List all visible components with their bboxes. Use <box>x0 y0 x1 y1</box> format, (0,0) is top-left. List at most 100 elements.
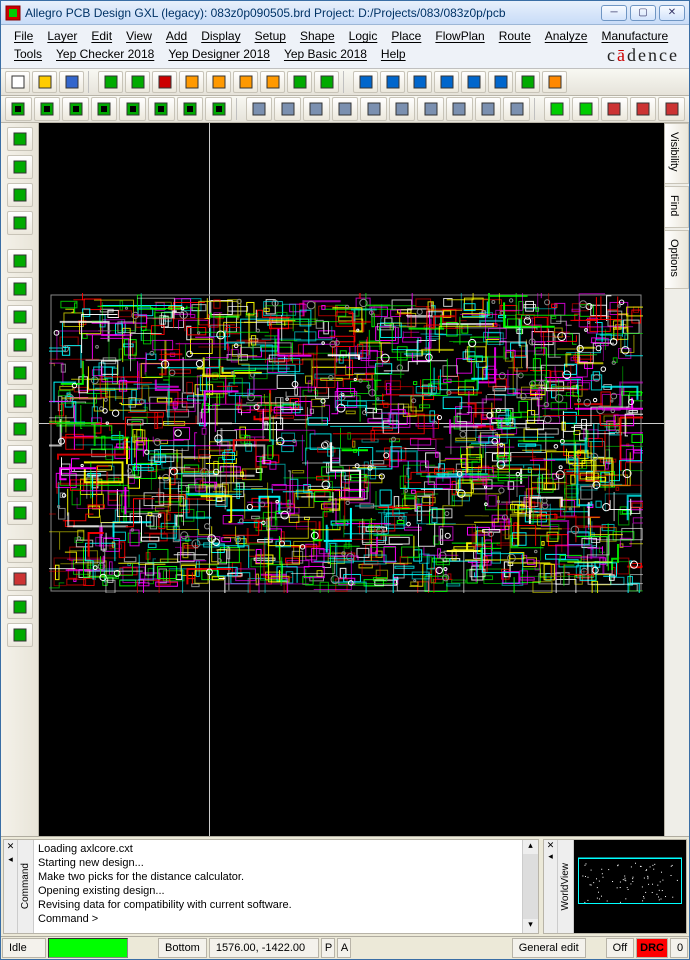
menu-yep-basic-2018[interactable]: Yep Basic 2018 <box>277 45 374 63</box>
shape2-icon[interactable] <box>274 97 301 121</box>
move-icon[interactable] <box>98 71 123 93</box>
command-scrollbar[interactable]: ▴ ▾ <box>522 840 538 933</box>
menu-route[interactable]: Route <box>492 27 538 45</box>
save-icon[interactable] <box>59 71 84 93</box>
menu-help[interactable]: Help <box>374 45 413 63</box>
layer8-icon[interactable] <box>205 97 232 121</box>
worldview-body[interactable] <box>574 840 686 933</box>
undo-icon[interactable] <box>179 71 204 93</box>
highlight2-icon[interactable] <box>572 97 599 121</box>
diff-icon[interactable] <box>7 333 33 357</box>
spread-icon[interactable] <box>7 501 33 525</box>
command-body[interactable]: Loading axlcore.cxtStarting new design..… <box>34 840 522 933</box>
arrow-down-icon[interactable] <box>233 71 258 93</box>
text-edit-icon[interactable] <box>7 623 33 647</box>
dim-h-icon[interactable] <box>601 97 628 121</box>
tab-options[interactable]: Options <box>665 230 689 289</box>
refresh-icon[interactable] <box>515 71 540 93</box>
menu-layer[interactable]: Layer <box>40 27 84 45</box>
chip-icon[interactable] <box>7 127 33 151</box>
grid5-icon[interactable] <box>475 97 502 121</box>
via-icon[interactable] <box>7 305 33 329</box>
layer7-icon[interactable] <box>177 97 204 121</box>
grid4-icon[interactable] <box>446 97 473 121</box>
status-drc-label[interactable]: DRC <box>636 938 668 958</box>
bus-icon[interactable] <box>7 473 33 497</box>
plane-icon[interactable] <box>7 417 33 441</box>
layer5-icon[interactable] <box>119 97 146 121</box>
redo-icon[interactable] <box>206 71 231 93</box>
menu-setup[interactable]: Setup <box>248 27 293 45</box>
text-add-icon[interactable] <box>7 595 33 619</box>
zoom-window-icon[interactable] <box>353 71 378 93</box>
close-button[interactable]: ✕ <box>659 5 685 21</box>
layer6-icon[interactable] <box>148 97 175 121</box>
menu-flowplan[interactable]: FlowPlan <box>428 27 491 45</box>
pin-icon[interactable] <box>314 71 339 93</box>
info-icon[interactable] <box>7 211 33 235</box>
status-a[interactable]: A <box>337 938 351 958</box>
status-mode[interactable]: General edit <box>512 938 586 958</box>
select-icon[interactable] <box>332 97 359 121</box>
scroll-up-icon[interactable]: ▴ <box>523 840 538 854</box>
zoom-fit-icon[interactable] <box>380 71 405 93</box>
menu-view[interactable]: View <box>119 27 159 45</box>
worldview-pin-icon[interactable]: ◂ <box>548 851 553 862</box>
menu-edit[interactable]: Edit <box>84 27 119 45</box>
status-p[interactable]: P <box>321 938 335 958</box>
menu-logic[interactable]: Logic <box>342 27 385 45</box>
3d-icon[interactable] <box>542 71 567 93</box>
scroll-down-icon[interactable]: ▾ <box>523 919 538 933</box>
menu-shape[interactable]: Shape <box>293 27 342 45</box>
arrow-down2-icon[interactable] <box>260 71 285 93</box>
shape1-icon[interactable] <box>246 97 273 121</box>
menu-file[interactable]: File <box>7 27 40 45</box>
menu-place[interactable]: Place <box>384 27 428 45</box>
dim-icon[interactable] <box>7 567 33 591</box>
zoom-in-icon[interactable] <box>407 71 432 93</box>
grid1-icon[interactable] <box>360 97 387 121</box>
status-drc-state[interactable]: Off <box>606 938 634 958</box>
command-pin-icon[interactable]: ◂ <box>8 853 13 866</box>
dim-v-icon[interactable] <box>630 97 657 121</box>
command-close-icon[interactable]: ✕ <box>7 840 15 853</box>
menu-yep-checker-2018[interactable]: Yep Checker 2018 <box>49 45 161 63</box>
layer1-icon[interactable] <box>5 97 32 121</box>
scroll-track[interactable] <box>523 854 538 919</box>
ic-icon[interactable] <box>7 155 33 179</box>
dim-ref-icon[interactable] <box>658 97 685 121</box>
route-icon[interactable] <box>7 249 33 273</box>
menu-manufacture[interactable]: Manufacture <box>594 27 675 45</box>
zoom-sel-icon[interactable] <box>488 71 513 93</box>
menu-add[interactable]: Add <box>159 27 194 45</box>
copy-icon[interactable] <box>125 71 150 93</box>
menu-tools[interactable]: Tools <box>7 45 49 63</box>
worldview-close-icon[interactable]: ✕ <box>547 840 555 851</box>
highlight1-icon[interactable] <box>544 97 571 121</box>
shape3-icon[interactable] <box>303 97 330 121</box>
menu-analyze[interactable]: Analyze <box>538 27 595 45</box>
minimize-button[interactable]: ─ <box>601 5 627 21</box>
tab-visibility[interactable]: Visibility <box>665 123 689 184</box>
drc-marker-icon[interactable] <box>287 71 312 93</box>
status-layer[interactable]: Bottom <box>158 938 207 958</box>
new-icon[interactable] <box>5 71 30 93</box>
maximize-button[interactable]: ▢ <box>630 5 656 21</box>
design-canvas[interactable] <box>39 123 664 836</box>
wire-icon[interactable] <box>7 539 33 563</box>
tab-find[interactable]: Find <box>665 186 689 228</box>
slide-icon[interactable] <box>7 277 33 301</box>
grid6-icon[interactable] <box>503 97 530 121</box>
net-icon[interactable] <box>7 389 33 413</box>
conn-icon[interactable] <box>7 183 33 207</box>
status-coords[interactable]: 1576.00, -1422.00 <box>209 938 319 958</box>
menu-display[interactable]: Display <box>194 27 247 45</box>
grid3-icon[interactable] <box>417 97 444 121</box>
grid2-icon[interactable] <box>389 97 416 121</box>
open-icon[interactable] <box>32 71 57 93</box>
tune-icon[interactable] <box>7 361 33 385</box>
menu-yep-designer-2018[interactable]: Yep Designer 2018 <box>161 45 277 63</box>
zoom-prev-icon[interactable] <box>461 71 486 93</box>
layer4-icon[interactable] <box>91 97 118 121</box>
zoom-out-icon[interactable] <box>434 71 459 93</box>
